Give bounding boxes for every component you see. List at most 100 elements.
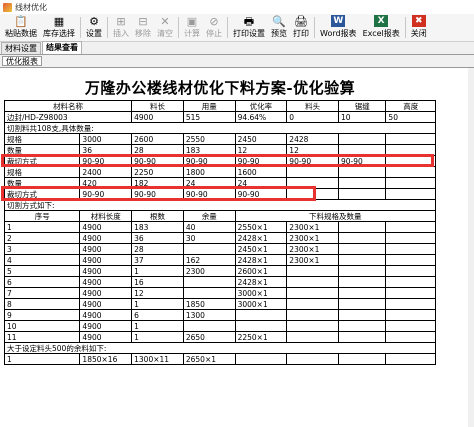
cut-cell: 4900 <box>79 320 133 332</box>
cut-cell: 2300×1 <box>286 232 340 244</box>
cut-cell <box>338 320 387 332</box>
toolbar-button-6[interactable]: ▣ 计算 <box>181 14 203 41</box>
cut-cell <box>338 298 387 310</box>
detail-row: 数量 420 182 24 24 <box>3 177 436 189</box>
toolbar-button-3[interactable]: ⊞ 插入 <box>110 14 132 41</box>
cut-cell: 4900 <box>79 309 133 321</box>
cut-cell: 183 <box>131 221 184 233</box>
remnant-cell: 2650×1 <box>182 353 236 365</box>
cut-cell: 1 <box>3 221 81 233</box>
cut-cell: 28 <box>131 243 184 255</box>
toolbar-button-2[interactable]: ⚙ 设置 <box>83 14 105 41</box>
toolbar-button-label: 打印设置 <box>233 29 265 38</box>
cut-cell: 2 <box>3 232 81 244</box>
detail-label: 切割料共108支,具体数量: <box>4 122 436 134</box>
cut-cell <box>385 265 436 277</box>
toolbar-button-7[interactable]: ⊘ 停止 <box>203 14 225 41</box>
detail-row-value: 2400 <box>79 166 133 178</box>
detail-row-label: 裁切方式 <box>3 155 81 167</box>
toolbar-button-1[interactable]: ▦ 库存选择 <box>40 14 78 41</box>
toolbar-button-label: 打印 <box>293 29 309 38</box>
preview-icon: 🔍 <box>272 14 286 28</box>
cut-cell <box>385 309 436 321</box>
detail-row-value: 2600 <box>131 133 184 145</box>
cut-cell: 4900 <box>79 221 133 233</box>
toolbar-separator <box>80 17 81 38</box>
cut-cell: 2250×1 <box>234 331 288 343</box>
cut-cell: 162 <box>182 254 236 266</box>
cut-row: 7 4900 12 3000×1 <box>3 287 436 299</box>
cut-row: 1 4900 183 40 2550×1 2300×1 <box>3 221 436 233</box>
cut-header-row: 序号 材料长度 根数 余量 下料规格及数量 <box>3 210 437 222</box>
detail-row-value: 24 <box>234 177 288 189</box>
toolbar-button-9[interactable]: 🔍 预览 <box>268 14 290 41</box>
toolbar-button-label: 设置 <box>86 29 102 38</box>
detail-row-value: 24 <box>182 177 236 189</box>
cut-cell: 8 <box>3 298 81 310</box>
cut-cell <box>338 331 387 343</box>
tab-optimization-report[interactable]: 优化报表 <box>2 55 42 66</box>
toolbar-button-4[interactable]: ⊟ 移除 <box>132 14 154 41</box>
toolbar-button-11[interactable]: W Word报表 <box>317 14 360 41</box>
cut-row: 8 4900 1 1850 3000×1 <box>3 298 436 310</box>
cut-cell <box>338 221 387 233</box>
cut-label: 切割方式如下: <box>4 199 436 211</box>
cut-cell: 2428×1 <box>234 232 288 244</box>
summary-header-cell: 料头 <box>286 100 340 112</box>
scrollbar-vertical[interactable] <box>468 68 474 427</box>
title-bar: 线材优化 <box>0 0 474 14</box>
toolbar-button-10[interactable]: 🖨 打印 <box>290 14 312 41</box>
detail-row-value: 90-90 <box>182 188 236 200</box>
cut-row: 6 4900 16 2428×1 <box>3 276 436 288</box>
detail-row-value: 90-90 <box>79 155 133 167</box>
detail-row-value <box>385 155 436 167</box>
cut-cell <box>385 276 436 288</box>
cut-header-cell: 根数 <box>131 210 184 222</box>
settings-icon: ⚙ <box>89 14 99 28</box>
cut-row: 4 4900 37 162 2428×1 2300×1 <box>3 254 436 266</box>
tab-1[interactable]: 结果查看 <box>42 41 82 54</box>
report-viewer: 万隆办公楼线材优化下料方案-优化验算 材料名称 料长 用量 优化率 料头 锯缝 高度 边封/H… <box>0 67 474 427</box>
detail-row-value <box>286 177 340 189</box>
detail-row-value <box>286 166 340 178</box>
detail-row-value: 420 <box>79 177 133 189</box>
summary-header-cell: 优化率 <box>234 100 288 112</box>
summary-value-cell: 边封/HD-Z98003 <box>3 111 133 123</box>
detail-row-value: 90-90 <box>234 155 288 167</box>
cut-cell <box>385 331 436 343</box>
stop-icon: ⊘ <box>209 14 219 28</box>
cut-cell: 4900 <box>79 243 133 255</box>
detail-row-value <box>338 144 387 156</box>
cut-row: 2 4900 36 30 2428×1 2300×1 <box>3 232 436 244</box>
summary-value-cell: 50 <box>385 111 436 123</box>
detail-row-value: 90-90 <box>131 188 184 200</box>
remnant-cell: 1300×11 <box>131 353 184 365</box>
cut-cell: 11 <box>3 331 81 343</box>
detail-row: 裁切方式 90-90 90-90 90-90 90-90 <box>3 188 436 200</box>
cut-cell: 2300×1 <box>286 243 340 255</box>
detail-row-value <box>385 166 436 178</box>
cut-cell: 16 <box>131 276 184 288</box>
tab-0[interactable]: 材料设置 <box>1 42 41 54</box>
cut-header-cell: 序号 <box>3 210 81 222</box>
remnant-cell: 1850×16 <box>79 353 133 365</box>
cut-cell: 4900 <box>79 287 133 299</box>
summary-header-cell: 材料名称 <box>3 100 133 112</box>
detail-row: 裁切方式 90-90 90-90 90-90 90-90 90-90 90-90 <box>3 155 436 167</box>
toolbar-button-13[interactable]: ✖ 关闭 <box>408 14 430 41</box>
toolbar-button-5[interactable]: ✕ 清空 <box>154 14 176 41</box>
remnant-row: 1 1850×16 1300×11 2650×1 <box>3 353 436 365</box>
toolbar-button-8[interactable]: 🖶 打印设置 <box>230 14 268 41</box>
cut-cell <box>286 276 340 288</box>
detail-row-label: 裁切方式 <box>3 188 81 200</box>
word-icon: W <box>331 15 346 27</box>
cut-cell <box>338 254 387 266</box>
print-icon: 🖨 <box>294 14 308 28</box>
detail-row-value: 3000 <box>79 133 133 145</box>
toolbar-button-0[interactable]: 📋 粘贴数据 <box>2 14 40 41</box>
cut-cell: 1 <box>131 265 184 277</box>
toolbar-button-12[interactable]: X Excel报表 <box>360 14 403 41</box>
detail-row-value: 2428 <box>286 133 340 145</box>
detail-row-value: 36 <box>79 144 133 156</box>
detail-row-label: 规格 <box>3 133 81 145</box>
